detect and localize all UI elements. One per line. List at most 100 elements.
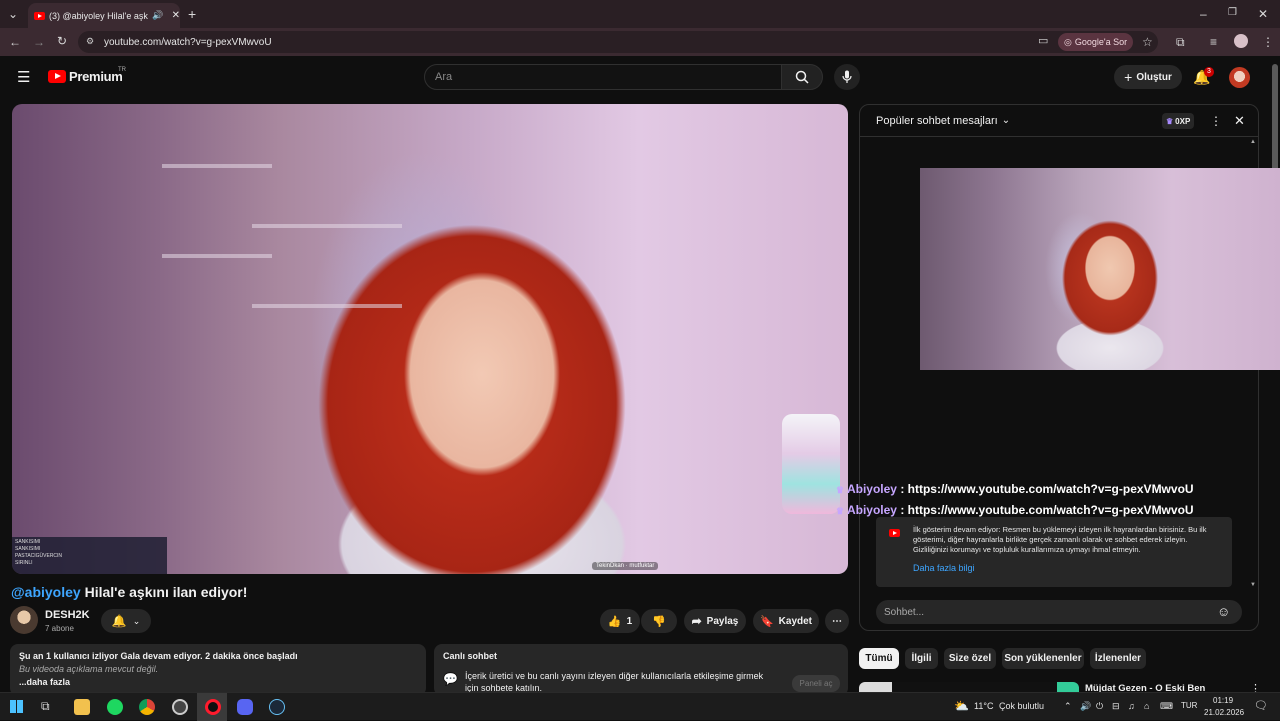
dislike-button[interactable]: 👎 xyxy=(641,609,677,633)
chip-watched[interactable]: İzlenenler xyxy=(1090,648,1146,669)
browser-tab[interactable]: (3) @abiyoley Hilal'e aşkını 🔊 ✕ xyxy=(28,3,180,28)
notice-link[interactable]: Daha fazla bilgi xyxy=(913,563,1222,573)
wifi-icon[interactable]: ⌂ xyxy=(1144,701,1149,711)
bookmark-star-icon[interactable]: ☆ xyxy=(1142,36,1153,48)
voice-search-button[interactable] xyxy=(834,64,860,90)
network-icon[interactable]: ⊟ xyxy=(1112,701,1120,712)
chat-scroll-up-icon[interactable]: ▲ xyxy=(1250,139,1256,145)
title-mention[interactable]: @abiyoley xyxy=(11,584,81,600)
notice-text: İlk gösterim devam ediyor: Resmen bu yük… xyxy=(913,525,1207,554)
save-button[interactable]: 🔖 Kaydet xyxy=(753,609,819,633)
minimize-icon[interactable]: – xyxy=(1200,8,1207,20)
clock-time[interactable]: 01:19 xyxy=(1213,696,1233,705)
back-icon[interactable]: ← xyxy=(9,36,21,48)
task-view-icon[interactable]: ⧉ xyxy=(41,699,50,714)
chat-more-icon[interactable]: ⋮ xyxy=(1210,114,1222,128)
description-box[interactable]: Şu an 1 kullanıcı izliyor Gala devam edi… xyxy=(10,644,426,696)
mini-player[interactable] xyxy=(920,168,1280,370)
restore-icon[interactable]: ❐ xyxy=(1228,8,1237,18)
hamburger-menu-icon[interactable]: ☰ xyxy=(17,68,30,86)
chat-text: : https://www.youtube.com/watch?v=g-pexV… xyxy=(896,482,1194,496)
brand-name[interactable]: Premium xyxy=(69,69,123,84)
related-thumbnail[interactable] xyxy=(859,682,1079,692)
rgb-microphone xyxy=(782,414,840,514)
reading-list-icon[interactable]: ≡ xyxy=(1210,36,1217,48)
tab-close-icon[interactable]: ✕ xyxy=(172,10,180,21)
profile-icon[interactable] xyxy=(1234,34,1248,48)
chat-mode-dropdown[interactable]: Popüler sohbet mesajları xyxy=(876,115,998,127)
weather-desc[interactable]: Çok bulutlu xyxy=(999,701,1044,711)
chip-recent[interactable]: Son yüklenenler xyxy=(1002,648,1084,669)
chat-input[interactable]: Sohbet... xyxy=(876,600,1242,624)
stream-overlay-list: SANKISIMI SANKISIMI PASTACIGÜVERCIN SIRI… xyxy=(12,537,167,574)
channel-avatar[interactable] xyxy=(10,606,38,634)
audio-icon[interactable]: 🔊 xyxy=(152,10,163,21)
window-close-icon[interactable]: ✕ xyxy=(1258,8,1268,20)
notification-center-icon[interactable]: 🗨 xyxy=(1254,699,1268,712)
live-chat-title: Canlı sohbet xyxy=(443,651,498,661)
opera-icon[interactable] xyxy=(205,699,221,715)
tab-title: (3) @abiyoley Hilal'e aşkını xyxy=(49,10,149,21)
description-more[interactable]: ...daha fazla xyxy=(19,677,417,687)
chat-input-placeholder: Sohbet... xyxy=(884,606,925,618)
site-info-icon[interactable]: ⚙ xyxy=(86,36,94,47)
chip-all[interactable]: Tümü xyxy=(859,648,899,669)
file-explorer-icon[interactable] xyxy=(74,699,90,715)
more-actions-button[interactable]: ⋯ xyxy=(825,609,849,633)
keyboard-icon[interactable]: ⌨ xyxy=(1160,701,1173,712)
search-button[interactable] xyxy=(781,64,823,90)
new-tab-icon[interactable]: + xyxy=(188,7,196,21)
youtube-header: ☰ Premium TR Ara + Oluştur 🔔 3 xyxy=(0,56,1270,100)
volume-icon[interactable]: 🔊 xyxy=(1080,701,1091,712)
forward-icon[interactable]: → xyxy=(33,36,45,48)
clock-date[interactable]: 21.02.2026 xyxy=(1204,708,1244,717)
brand-country: TR xyxy=(118,67,126,73)
youtube-notice-icon xyxy=(889,529,900,537)
user-avatar[interactable] xyxy=(1229,67,1250,88)
chrome-icon[interactable] xyxy=(139,699,155,715)
open-panel-button[interactable]: Paneli aç xyxy=(792,675,840,692)
steam-icon[interactable] xyxy=(269,699,285,715)
video-player[interactable]: SANKISIMI SANKISIMI PASTACIGÜVERCIN SIRI… xyxy=(12,104,848,574)
tray-chevron-icon[interactable]: ⌃ xyxy=(1064,701,1072,712)
tab-list-icon[interactable]: ⌄ xyxy=(8,8,18,20)
chip-related[interactable]: İlgili xyxy=(905,648,938,669)
chat-message: ♛ Abiyoley : https://www.youtube.com/wat… xyxy=(836,482,1194,496)
extensions-icon[interactable]: ⧉ xyxy=(1176,36,1185,48)
overlay-row: PASTACIGÜVERCIN xyxy=(15,553,63,559)
youtube-logo-icon[interactable] xyxy=(48,70,66,83)
search-input[interactable]: Ara xyxy=(424,64,782,90)
windows-start-icon[interactable] xyxy=(10,700,23,713)
language-indicator[interactable]: TUR xyxy=(1181,701,1197,710)
tray-app-icon[interactable]: ⏻ xyxy=(1096,701,1103,712)
share-button[interactable]: ➦ Paylaş xyxy=(684,609,746,633)
spotify-icon[interactable] xyxy=(107,699,123,715)
weather-icon[interactable]: ⛅ xyxy=(954,699,969,713)
discord-icon[interactable] xyxy=(237,699,253,715)
weather-temp[interactable]: 11°C xyxy=(974,701,993,711)
address-bar[interactable]: ⚙ youtube.com/watch?v=g-pexVMwvoU xyxy=(78,31,1158,53)
create-button[interactable]: + Oluştur xyxy=(1114,65,1182,89)
chevron-down-icon[interactable]: ⌄ xyxy=(1002,115,1010,126)
chat-close-icon[interactable]: ✕ xyxy=(1234,113,1245,129)
channel-name[interactable]: DESH2K xyxy=(45,609,90,621)
reload-icon[interactable]: ↻ xyxy=(57,35,67,47)
google-ask-button[interactable]: ◎ Google'a Sor xyxy=(1058,33,1134,51)
xp-badge[interactable]: ♛ 0XP xyxy=(1162,113,1195,129)
browser-menu-icon[interactable]: ⋮ xyxy=(1262,36,1274,48)
notification-count-badge: 3 xyxy=(1204,67,1214,77)
chat-author[interactable]: Abiyoley xyxy=(847,482,897,496)
emoji-icon[interactable]: ☺ xyxy=(1217,604,1230,619)
page-scrollbar-thumb[interactable] xyxy=(1272,64,1278,174)
cast-icon[interactable]: ▭ xyxy=(1038,36,1048,47)
premiere-notice: İlk gösterim devam ediyor: Resmen bu yük… xyxy=(876,517,1232,587)
create-label: Oluştur xyxy=(1136,71,1172,83)
chip-for-you[interactable]: Size özel xyxy=(944,648,996,669)
audio-device-icon[interactable]: ♫ xyxy=(1128,701,1135,711)
browser-toolbar: ← → ↻ ⚙ youtube.com/watch?v=g-pexVMwvoU … xyxy=(0,28,1280,56)
like-button[interactable]: 👍 1 xyxy=(600,609,640,633)
chat-scroll-down-icon[interactable]: ▼ xyxy=(1250,582,1256,588)
subscribe-bell-button[interactable]: 🔔 ⌄ xyxy=(101,609,151,633)
chat-author[interactable]: Abiyoley xyxy=(847,503,897,517)
performance-monitor-icon[interactable] xyxy=(172,699,188,715)
